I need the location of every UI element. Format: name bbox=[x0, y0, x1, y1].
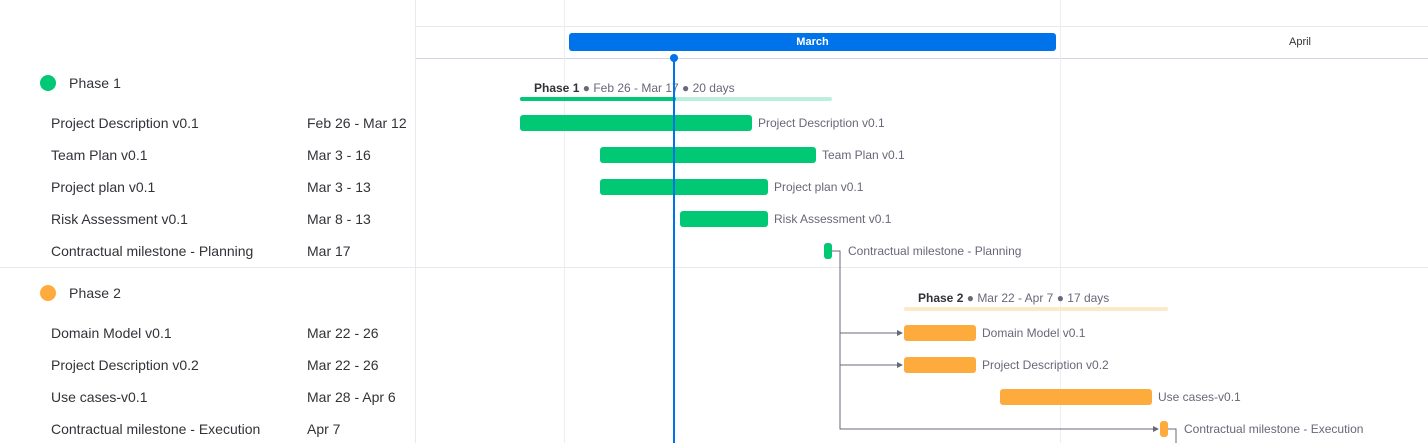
group-color-dot bbox=[40, 75, 56, 91]
dependency-arrows bbox=[832, 250, 1177, 443]
task-list-panel: Phase 1 Project Description v0.1 Feb 26 … bbox=[0, 0, 416, 443]
task-row[interactable]: Team Plan v0.1 Mar 3 - 16 bbox=[51, 147, 411, 167]
task-row[interactable]: Risk Assessment v0.1 Mar 8 - 13 bbox=[51, 211, 411, 231]
task-dates: Mar 28 - Apr 6 bbox=[307, 389, 396, 405]
task-dates: Mar 22 - 26 bbox=[307, 325, 379, 341]
task-dates: Mar 3 - 16 bbox=[307, 147, 371, 163]
task-dates: Mar 17 bbox=[307, 243, 351, 259]
task-row[interactable]: Domain Model v0.1 Mar 22 - 26 bbox=[51, 325, 411, 345]
group-header-phase-2[interactable]: Phase 2 bbox=[40, 283, 121, 303]
task-row[interactable]: Project plan v0.1 Mar 3 - 13 bbox=[51, 179, 411, 199]
dependency-arrow bbox=[832, 250, 903, 336]
gantt-timeline[interactable]: March April Phase 1 ● Feb 26 - Mar 17 ● … bbox=[416, 0, 1428, 443]
task-name: Contractual milestone - Planning bbox=[51, 243, 254, 259]
task-name: Project Description v0.1 bbox=[51, 115, 199, 131]
group-title: Phase 1 bbox=[69, 75, 122, 91]
task-name: Project plan v0.1 bbox=[51, 179, 156, 195]
task-row[interactable]: Contractual milestone - Execution Apr 7 bbox=[51, 421, 411, 441]
task-name: Project Description v0.2 bbox=[51, 357, 199, 373]
task-dates: Mar 22 - 26 bbox=[307, 357, 379, 373]
task-row[interactable]: Contractual milestone - Planning Mar 17 bbox=[51, 243, 411, 263]
dependency-arrow bbox=[1168, 428, 1177, 443]
task-dates: Apr 7 bbox=[307, 421, 341, 437]
task-dates: Feb 26 - Mar 12 bbox=[307, 115, 407, 131]
task-name: Use cases-v0.1 bbox=[51, 389, 148, 405]
task-dates: Mar 3 - 13 bbox=[307, 179, 371, 195]
group-title: Phase 2 bbox=[69, 285, 122, 301]
task-name: Contractual milestone - Execution bbox=[51, 421, 261, 437]
group-color-dot bbox=[40, 285, 56, 301]
dependency-arrow bbox=[839, 333, 903, 368]
group-header-phase-1[interactable]: Phase 1 bbox=[40, 73, 121, 93]
task-name: Domain Model v0.1 bbox=[51, 325, 172, 341]
dependency-arrow bbox=[839, 365, 1159, 432]
task-name: Risk Assessment v0.1 bbox=[51, 211, 188, 227]
task-dates: Mar 8 - 13 bbox=[307, 211, 371, 227]
today-marker-line bbox=[673, 58, 675, 443]
task-row[interactable]: Project Description v0.2 Mar 22 - 26 bbox=[51, 357, 411, 377]
task-row[interactable]: Use cases-v0.1 Mar 28 - Apr 6 bbox=[51, 389, 411, 409]
task-name: Team Plan v0.1 bbox=[51, 147, 148, 163]
task-row[interactable]: Project Description v0.1 Feb 26 - Mar 12 bbox=[51, 115, 411, 135]
